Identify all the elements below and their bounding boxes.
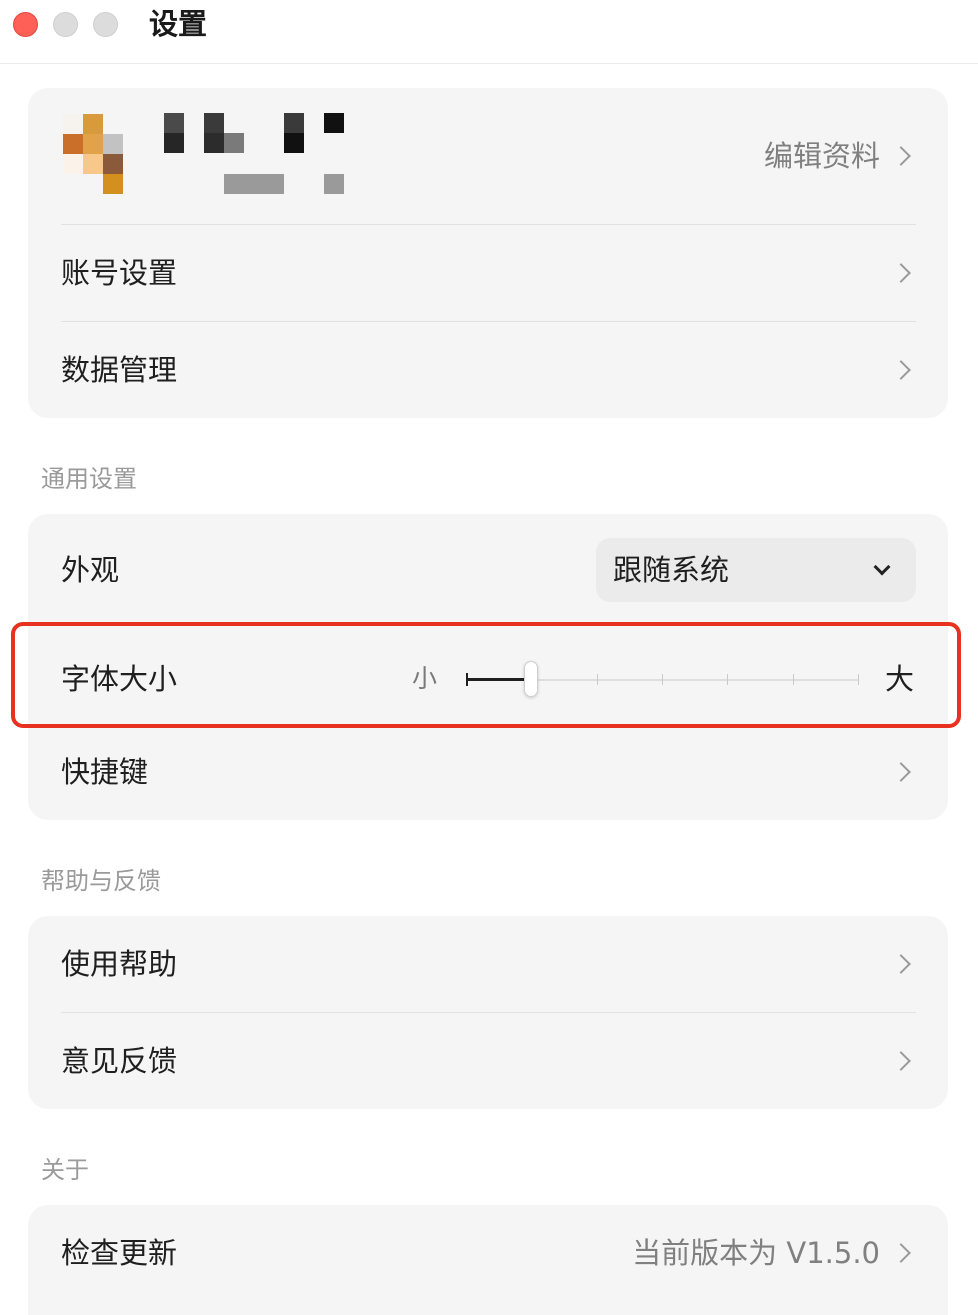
appearance-select[interactable]: 跟随系统 <box>596 538 916 602</box>
help-card: 使用帮助 意见反馈 <box>28 916 948 1109</box>
profile-row[interactable]: 编辑资料 <box>28 88 948 224</box>
chevron-down-icon <box>873 558 891 576</box>
edit-profile-link[interactable]: 编辑资料 <box>764 138 880 174</box>
slider-tick <box>596 674 598 685</box>
slider-tick <box>792 674 794 685</box>
chevron-right-icon <box>891 1243 911 1263</box>
slider-tick <box>466 673 468 686</box>
feedback-label: 意见反馈 <box>61 1044 178 1078</box>
general-section-title: 通用设置 <box>41 465 137 493</box>
data-management-row[interactable]: 数据管理 <box>28 322 948 418</box>
chevron-right-icon <box>891 263 911 283</box>
window-title: 设置 <box>149 7 208 41</box>
font-size-slider-fill <box>466 678 532 681</box>
general-card: 外观 跟随系统 字体大小 小 大 快捷键 <box>28 514 948 820</box>
close-window-button[interactable] <box>13 12 38 37</box>
chevron-right-icon <box>891 1051 911 1071</box>
about-card: 检查更新 当前版本为 V1.5.0 <box>28 1205 948 1315</box>
chevron-right-icon <box>891 762 911 782</box>
slider-tick <box>858 674 859 685</box>
maximize-window-button[interactable] <box>93 12 118 37</box>
data-management-label: 数据管理 <box>61 353 178 387</box>
chevron-right-icon <box>891 146 911 166</box>
appearance-label: 外观 <box>61 553 120 587</box>
account-settings-row[interactable]: 账号设置 <box>28 225 948 321</box>
account-card: 编辑资料 账号设置 数据管理 <box>28 88 948 418</box>
shortcuts-label: 快捷键 <box>61 755 149 789</box>
slider-tick <box>662 674 663 685</box>
feedback-row[interactable]: 意见反馈 <box>28 1013 948 1109</box>
minimize-window-button[interactable] <box>53 12 78 37</box>
appearance-row: 外观 跟随系统 <box>28 514 948 626</box>
about-section-title: 关于 <box>41 1156 89 1184</box>
help-row[interactable]: 使用帮助 <box>28 916 948 1012</box>
chevron-right-icon <box>891 954 911 974</box>
account-settings-label: 账号设置 <box>61 256 178 290</box>
help-label: 使用帮助 <box>61 947 178 981</box>
avatar <box>63 114 143 194</box>
check-update-row[interactable]: 检查更新 当前版本为 V1.5.0 <box>28 1205 948 1301</box>
font-size-max-label: 大 <box>885 662 915 696</box>
font-size-min-label: 小 <box>412 664 438 693</box>
check-update-label: 检查更新 <box>61 1236 178 1270</box>
font-size-slider-thumb[interactable] <box>524 661 539 697</box>
font-size-label: 字体大小 <box>61 662 178 696</box>
version-text: 当前版本为 V1.5.0 <box>632 1236 880 1270</box>
help-section-title: 帮助与反馈 <box>41 867 161 895</box>
title-bar: 设置 <box>0 0 978 64</box>
slider-tick <box>727 674 729 685</box>
appearance-select-value: 跟随系统 <box>613 553 730 587</box>
chevron-right-icon <box>891 360 911 380</box>
font-size-slider[interactable] <box>466 661 859 697</box>
font-size-row: 字体大小 小 大 <box>28 626 948 732</box>
shortcuts-row[interactable]: 快捷键 <box>28 724 948 820</box>
